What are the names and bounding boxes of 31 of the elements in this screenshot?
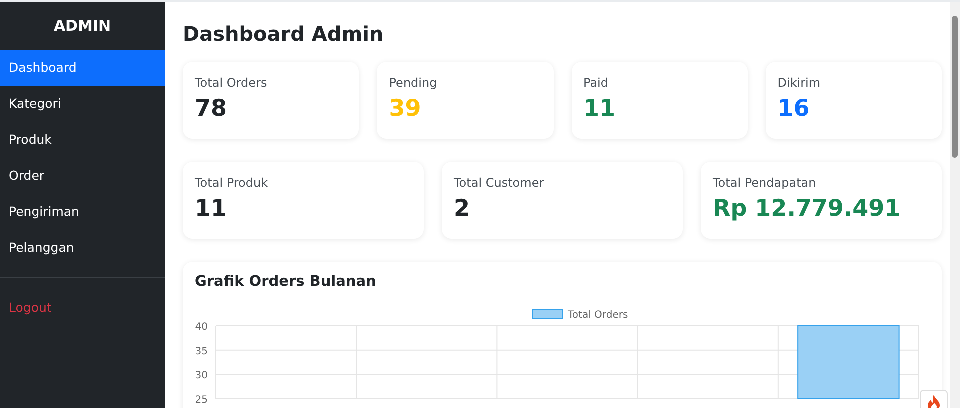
y-tick-label: 35 — [195, 346, 208, 358]
stat-value: 16 — [778, 96, 811, 122]
sidebar-item[interactable]: Kategori — [0, 86, 165, 122]
y-tick-label: 25 — [195, 395, 208, 406]
stat-label: Total Customer — [454, 176, 546, 190]
sidebar-item[interactable]: Order — [0, 158, 165, 194]
y-tick-label: 40 — [195, 322, 208, 333]
stat-label: Paid — [584, 76, 610, 90]
sidebar-item[interactable]: Pengiriman — [0, 194, 165, 230]
stat-label: Pending — [389, 76, 438, 90]
flame-icon — [927, 395, 941, 408]
sidebar-item[interactable]: Produk — [0, 122, 165, 158]
stat-label: Dikirim — [778, 76, 822, 90]
stat-value: 39 — [389, 96, 422, 122]
sidebar-title: ADMIN — [52, 16, 112, 37]
legend-swatch — [532, 310, 564, 320]
stat-value: 11 — [195, 196, 228, 222]
stat-value: 2 — [454, 196, 472, 222]
stat-value: 11 — [584, 96, 617, 122]
stat-value: 78 — [195, 96, 228, 122]
sidebar-item[interactable]: Pelanggan — [0, 230, 165, 266]
scrollbar[interactable] — [950, 2, 960, 408]
stat-label: Total Produk — [195, 176, 270, 190]
page-title: Dashboard Admin — [183, 22, 385, 46]
chart-title: Grafik Orders Bulanan — [194, 273, 378, 292]
legend-label: Total Orders — [568, 310, 628, 321]
sidebar-item[interactable]: Dashboard — [0, 50, 165, 86]
y-tick-label: 30 — [195, 370, 208, 382]
stat-label: Total Pendapatan — [713, 176, 818, 190]
stat-label: Total Orders — [195, 76, 268, 90]
stat-value: Rp 12.779.491 — [713, 196, 902, 222]
